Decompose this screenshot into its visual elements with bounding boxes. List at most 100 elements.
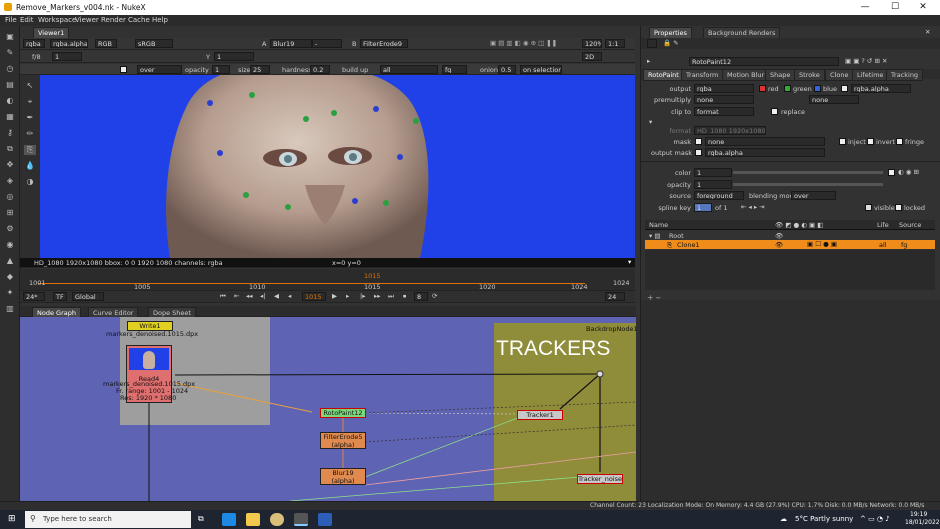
node-graph-canvas[interactable]: BackdropNode1 TRACKERS Write1 markers_de…	[20, 317, 636, 501]
channels-select[interactable]: rgba	[23, 39, 45, 48]
mask-select[interactable]: none	[705, 137, 825, 146]
loop-mode-icon[interactable]: ⟳	[432, 292, 437, 300]
spline-key-field[interactable]: 1	[694, 203, 712, 212]
colorspace-select[interactable]: sRGB	[135, 39, 173, 48]
windows-start-icon[interactable]: ⊞	[8, 514, 16, 524]
output-layer-select[interactable]: rgba.alpha	[851, 84, 911, 93]
size-field[interactable]: 25	[250, 65, 270, 74]
other-tools-icon[interactable]: ◉	[4, 240, 16, 250]
clock-time[interactable]: 19:19	[910, 511, 927, 518]
color-picker-icons[interactable]: ◐ ◉ ⊞	[898, 168, 919, 176]
locked-checkbox[interactable]	[895, 204, 902, 211]
nuke-taskbar-icon[interactable]	[294, 513, 308, 526]
node-rotopaint12[interactable]: RotoPaint12	[320, 408, 366, 418]
weather-text[interactable]: 5°C Partly sunny	[795, 515, 853, 523]
timecode-select[interactable]: TF	[53, 292, 67, 301]
filter-tools-icon[interactable]: ▦	[4, 112, 16, 122]
close-button[interactable]: ✕	[908, 1, 938, 14]
skip-back-icon[interactable]: ◂|	[260, 292, 265, 300]
menu-cache[interactable]: Cache	[128, 16, 150, 24]
composite-mode-select[interactable]: -	[312, 39, 342, 48]
output-select[interactable]: rgba	[694, 84, 754, 93]
opacity-slider[interactable]	[733, 183, 883, 186]
display-select[interactable]: RGB	[95, 39, 117, 48]
subtab-clone[interactable]: Clone	[825, 69, 854, 81]
lifetime-select[interactable]: all	[380, 65, 438, 74]
select-tool-icon[interactable]: ↖	[24, 81, 36, 91]
minimize-button[interactable]: —	[850, 1, 880, 14]
fps-select[interactable]: 24*	[23, 292, 45, 301]
clock-date[interactable]: 18/01/2022	[905, 519, 940, 526]
frame-forward-icon[interactable]: ▸▸	[374, 292, 381, 300]
gamma-field[interactable]: 1	[214, 52, 254, 61]
buildup-label[interactable]: build up	[342, 66, 368, 74]
ratio-select[interactable]: 1:1	[605, 39, 625, 48]
source-select[interactable]: foreground	[694, 191, 744, 200]
color-slider[interactable]	[733, 171, 883, 174]
source-select[interactable]: fg	[442, 65, 467, 74]
layer-select[interactable]: rgba.alpha	[50, 39, 88, 48]
bezier-tool-icon[interactable]: ✒	[24, 113, 36, 123]
step-back-icon[interactable]: ⏮	[220, 292, 226, 301]
subtab-rotopaint[interactable]: RotoPaint	[643, 69, 684, 81]
tree-row-clone1[interactable]: ⎘ Clone1 👁 ▣ ☐ ● ▣ all fg	[645, 240, 935, 249]
color-tools-icon[interactable]: ◐	[4, 96, 16, 106]
subtab-lifetime[interactable]: Lifetime	[852, 69, 889, 81]
timeline[interactable]: 1001 1005 1010 1015 1020 1024 1015 1024	[20, 269, 635, 291]
node-tracker-noise[interactable]: Tracker_noise	[577, 474, 623, 484]
brush-tool-icon[interactable]: ✏	[24, 129, 36, 139]
on-selection-select[interactable]: on selection	[520, 65, 562, 74]
panel-close-icon[interactable]: ✕	[925, 28, 930, 36]
toolsets-icon[interactable]: ⚙	[4, 224, 16, 234]
increment-field[interactable]: 8	[414, 292, 428, 301]
edge-browser-icon[interactable]	[222, 513, 236, 526]
views-tools-icon[interactable]: ◎	[4, 192, 16, 202]
frame-prev-icon[interactable]: ◂	[288, 292, 291, 300]
blur-tool-icon[interactable]: 💧	[24, 161, 36, 171]
subtab-shape[interactable]: Shape	[765, 69, 796, 81]
blending-mode-select[interactable]: over	[791, 191, 836, 200]
color-field[interactable]: 1	[694, 168, 732, 177]
opacity-field[interactable]: 1	[212, 65, 230, 74]
output-mask-select[interactable]: rgba.alpha	[705, 148, 825, 157]
menu-file[interactable]: File	[5, 16, 17, 24]
format-expand-icon[interactable]: ▾	[649, 118, 652, 126]
time-tools-icon[interactable]: ◷	[4, 64, 16, 74]
subtab-transform[interactable]: Transform	[681, 69, 724, 81]
replace-checkbox[interactable]	[771, 108, 778, 115]
menu-help[interactable]: Help	[152, 16, 168, 24]
inject-checkbox[interactable]	[839, 138, 846, 145]
maximize-button[interactable]: ☐	[880, 1, 910, 14]
node-blur19[interactable]: Blur19 (alpha)	[320, 468, 366, 485]
channel-tools-icon[interactable]: ▤	[4, 80, 16, 90]
frame-back-icon[interactable]: ◂◂	[246, 292, 253, 300]
red-channel-checkbox[interactable]	[759, 85, 766, 92]
playback-end-field[interactable]: 24	[605, 292, 625, 301]
word-icon[interactable]	[318, 513, 332, 526]
visible-checkbox[interactable]	[865, 204, 872, 211]
a-input-select[interactable]: Blur19	[270, 39, 312, 48]
file-explorer-icon[interactable]	[246, 513, 260, 526]
playhead-frame[interactable]: 1015	[364, 272, 381, 280]
tray-icons[interactable]: ^ ▭ ◔ ♪	[860, 515, 890, 523]
play-forward-icon[interactable]: ▶	[332, 292, 337, 300]
menu-render[interactable]: Render	[101, 16, 126, 24]
hardness-field[interactable]: 0.2	[310, 65, 330, 74]
play-reverse-icon[interactable]: ◀	[274, 292, 279, 300]
furnace-tools-icon[interactable]: ▲	[4, 256, 16, 266]
max-panels-field[interactable]	[647, 39, 657, 48]
node-tracker1[interactable]: Tracker1	[517, 410, 563, 420]
tree-row-root[interactable]: ▾ ▤ Root 👁	[645, 231, 935, 240]
blend-mode-select[interactable]: over	[137, 65, 182, 74]
format-select[interactable]: HD_1080 1920x1080	[694, 126, 766, 135]
current-frame-field[interactable]: 1015	[302, 292, 326, 301]
keyer-tools-icon[interactable]: ⚷	[4, 128, 16, 138]
tool-enable-checkbox[interactable]	[120, 66, 127, 73]
dodge-tool-icon[interactable]: ◑	[24, 177, 36, 187]
green-channel-checkbox[interactable]	[784, 85, 791, 92]
3d-tools-icon[interactable]: ◈	[4, 176, 16, 186]
invert-checkbox[interactable]	[867, 138, 874, 145]
subtab-motion-blur[interactable]: Motion Blur	[722, 69, 770, 81]
transform-tools-icon[interactable]: ✥	[4, 160, 16, 170]
output-mask-checkbox[interactable]	[695, 149, 702, 156]
